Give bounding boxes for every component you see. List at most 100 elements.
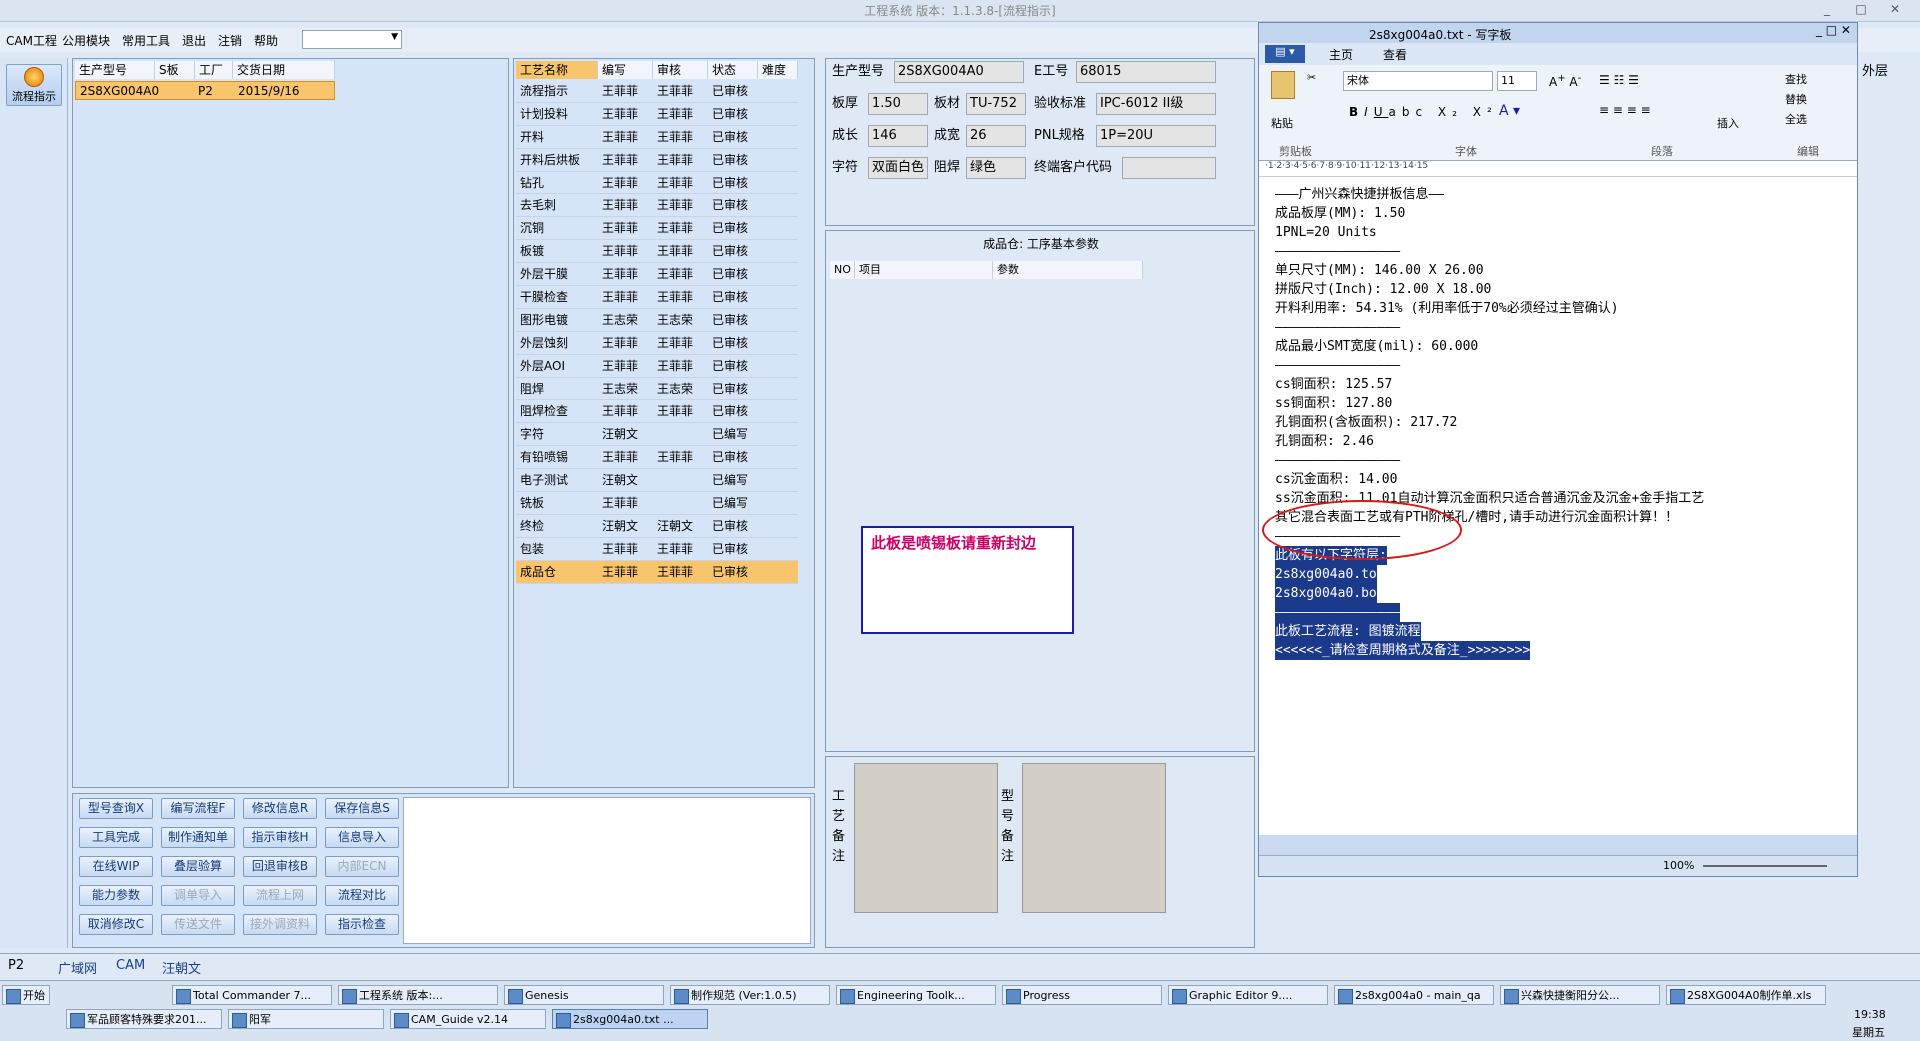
taskbar-item[interactable]: 军品顾客特殊要求201... <box>66 1009 222 1029</box>
table-row[interactable]: 干膜检查 王菲菲 王菲菲 已审核 <box>516 286 798 309</box>
field-width[interactable]: 26 <box>966 125 1026 147</box>
action-button[interactable]: 修改信息R <box>243 798 317 819</box>
taskbar-item[interactable]: Graphic Editor 9.... <box>1168 985 1328 1005</box>
taskbar-item[interactable]: 阳军 <box>228 1009 384 1029</box>
action-button[interactable]: 编写流程F <box>161 798 235 819</box>
taskbar-item[interactable]: Total Commander 7... <box>172 985 332 1005</box>
field-thickness[interactable]: 1.50 <box>868 93 928 115</box>
action-button[interactable]: 叠层验算 <box>161 856 235 877</box>
taskbar-item[interactable]: 兴森快捷衡阳分公... <box>1500 985 1660 1005</box>
taskbar-item[interactable]: Genesis <box>504 985 664 1005</box>
insert-label[interactable]: 插入 <box>1717 115 1739 131</box>
text-color-icon[interactable]: A ▾ <box>1499 103 1520 119</box>
table-row[interactable]: 有铅喷锡 王菲菲 王菲菲 已审核 <box>516 446 798 470</box>
table-row[interactable]: 外层AOI 王菲菲 王菲菲 已审核 <box>516 355 798 378</box>
field-client[interactable] <box>1122 157 1216 179</box>
menu-logout[interactable]: 注销 <box>218 32 242 49</box>
format-buttons[interactable]: BIUabc X₂ X² <box>1349 105 1498 119</box>
model-remark-text[interactable] <box>1022 763 1166 913</box>
action-button[interactable]: 能力参数 <box>79 885 153 906</box>
table-row[interactable]: 阻焊检查 王菲菲 王菲菲 已审核 <box>516 400 798 424</box>
action-button[interactable]: 调单导入 <box>161 885 235 906</box>
field-material[interactable]: TU-752 <box>966 93 1026 115</box>
minimize-icon[interactable]: _ <box>1810 0 1844 18</box>
field-length[interactable]: 146 <box>868 125 928 147</box>
table-row[interactable]: 2S8XG004A0 P2 2015/9/16 <box>75 81 335 100</box>
tab-view[interactable]: 查看 <box>1383 46 1407 63</box>
table-row[interactable]: 字符 汪朝文 已编写 <box>516 423 798 447</box>
action-button[interactable]: 制作通知单 <box>161 827 235 848</box>
field-char[interactable]: 双面白色 <box>868 157 928 179</box>
process-remark-text[interactable] <box>854 763 998 913</box>
action-button[interactable]: 接外调资料 <box>243 914 317 935</box>
table-row[interactable]: 电子测试 汪朝文 已编写 <box>516 469 798 493</box>
table-row[interactable]: 外层蚀刻 王菲菲 王菲菲 已审核 <box>516 332 798 355</box>
menu-tools[interactable]: 常用工具 <box>122 32 170 49</box>
tab-cam[interactable]: CAM <box>116 958 145 973</box>
menu-cam[interactable]: CAM工程 <box>6 32 57 49</box>
taskbar-item[interactable]: 2s8xg004a0 - main_qa <box>1334 985 1494 1005</box>
action-button[interactable]: 流程对比 <box>325 885 399 906</box>
table-row[interactable]: 成品仓 王菲菲 王菲菲 已审核 <box>516 560 798 584</box>
close-icon[interactable]: ✕ <box>1878 0 1912 18</box>
table-row[interactable]: 终检 汪朝文 汪朝文 已审核 <box>516 515 798 538</box>
action-button[interactable]: 传送文件 <box>161 914 235 935</box>
table-row[interactable]: 流程指示 王菲菲 王菲菲 已审核 <box>516 80 798 103</box>
file-menu-button[interactable]: ▤ ▾ <box>1265 45 1305 63</box>
grow-font-icon[interactable]: A+ A- <box>1549 73 1581 89</box>
table-row[interactable]: 沉铜 王菲菲 王菲菲 已审核 <box>516 217 798 241</box>
action-button[interactable]: 回退审核B <box>243 856 317 877</box>
menu-common-module[interactable]: 公用模块 <box>62 32 110 49</box>
action-button[interactable]: 流程上网 <box>243 885 317 906</box>
taskbar-item[interactable]: 工程系统 版本:... <box>338 985 498 1005</box>
taskbar-item[interactable]: Progress <box>1002 985 1162 1005</box>
cut-icon[interactable]: ✂ <box>1307 71 1316 84</box>
start-button[interactable]: 开始 <box>2 985 50 1005</box>
tab-home[interactable]: 主页 <box>1329 46 1353 63</box>
taskbar-item[interactable]: 2S8XG004A0制作单.xls <box>1666 985 1826 1005</box>
flow-indicator-button[interactable]: 流程指示 <box>6 64 62 106</box>
action-button[interactable]: 指示检查 <box>325 914 399 935</box>
field-standard[interactable]: IPC-6012 II级 <box>1096 93 1216 115</box>
zoom-slider[interactable] <box>1703 865 1827 867</box>
maximize-icon[interactable]: □ <box>1844 0 1878 18</box>
taskbar-item[interactable]: CAM_Guide v2.14 <box>390 1009 546 1029</box>
taskbar-item[interactable]: 2s8xg004a0.txt ... <box>552 1009 708 1029</box>
table-row[interactable]: 去毛刺 王菲菲 王菲菲 已审核 <box>516 194 798 218</box>
wordpad-controls[interactable]: _ □ ✕ <box>1816 23 1851 37</box>
tab-wan[interactable]: 广域网 <box>58 958 97 977</box>
field-mask[interactable]: 绿色 <box>966 157 1026 179</box>
table-row[interactable]: 计划投料 王菲菲 王菲菲 已审核 <box>516 103 798 126</box>
font-select[interactable]: 宋体 <box>1343 71 1493 91</box>
font-size-select[interactable]: 11 <box>1497 71 1537 91</box>
taskbar-item[interactable]: Engineering Toolk... <box>836 985 996 1005</box>
taskbar-item[interactable]: 制作规范 (Ver:1.0.5) <box>670 985 830 1005</box>
action-button[interactable]: 取消修改C <box>79 914 153 935</box>
menu-help[interactable]: 帮助 <box>254 32 278 49</box>
field-model[interactable]: 2S8XG004A0 <box>894 61 1024 83</box>
field-eno[interactable]: 68015 <box>1076 61 1216 83</box>
select-all-button[interactable]: 全选 <box>1785 111 1807 127</box>
table-row[interactable]: 开料后烘板 王菲菲 王菲菲 已审核 <box>516 149 798 172</box>
align-icons[interactable]: ≡ ≡ ≡ ≡ <box>1599 103 1651 117</box>
find-button[interactable]: 查找 <box>1785 71 1807 87</box>
replace-button[interactable]: 替换 <box>1785 91 1807 107</box>
table-row[interactable]: 铣板 王菲菲 已编写 <box>516 492 798 515</box>
menu-combo[interactable]: ▼ <box>302 30 402 49</box>
field-pnl[interactable]: 1P=20U <box>1096 125 1216 147</box>
tab-factory[interactable]: P2 <box>8 958 24 973</box>
action-button[interactable]: 型号查询X <box>79 798 153 819</box>
table-row[interactable]: 阻焊 王志荣 王志荣 已审核 <box>516 378 798 401</box>
table-row[interactable]: 钻孔 王菲菲 王菲菲 已审核 <box>516 172 798 195</box>
action-button[interactable]: 在线WIP <box>79 856 153 877</box>
table-row[interactable]: 开料 王菲菲 王菲菲 已审核 <box>516 126 798 149</box>
table-row[interactable]: 板镀 王菲菲 王菲菲 已审核 <box>516 240 798 264</box>
table-row[interactable]: 图形电镀 王志荣 王志荣 已审核 <box>516 309 798 332</box>
action-button[interactable]: 保存信息S <box>325 798 399 819</box>
table-row[interactable]: 包装 王菲菲 王菲菲 已审核 <box>516 538 798 561</box>
action-button[interactable]: 工具完成 <box>79 827 153 848</box>
tab-user[interactable]: 汪朝文 <box>162 958 201 977</box>
menu-exit[interactable]: 退出 <box>182 32 206 49</box>
action-button[interactable]: 指示审核H <box>243 827 317 848</box>
action-button[interactable]: 内部ECN <box>325 856 399 877</box>
